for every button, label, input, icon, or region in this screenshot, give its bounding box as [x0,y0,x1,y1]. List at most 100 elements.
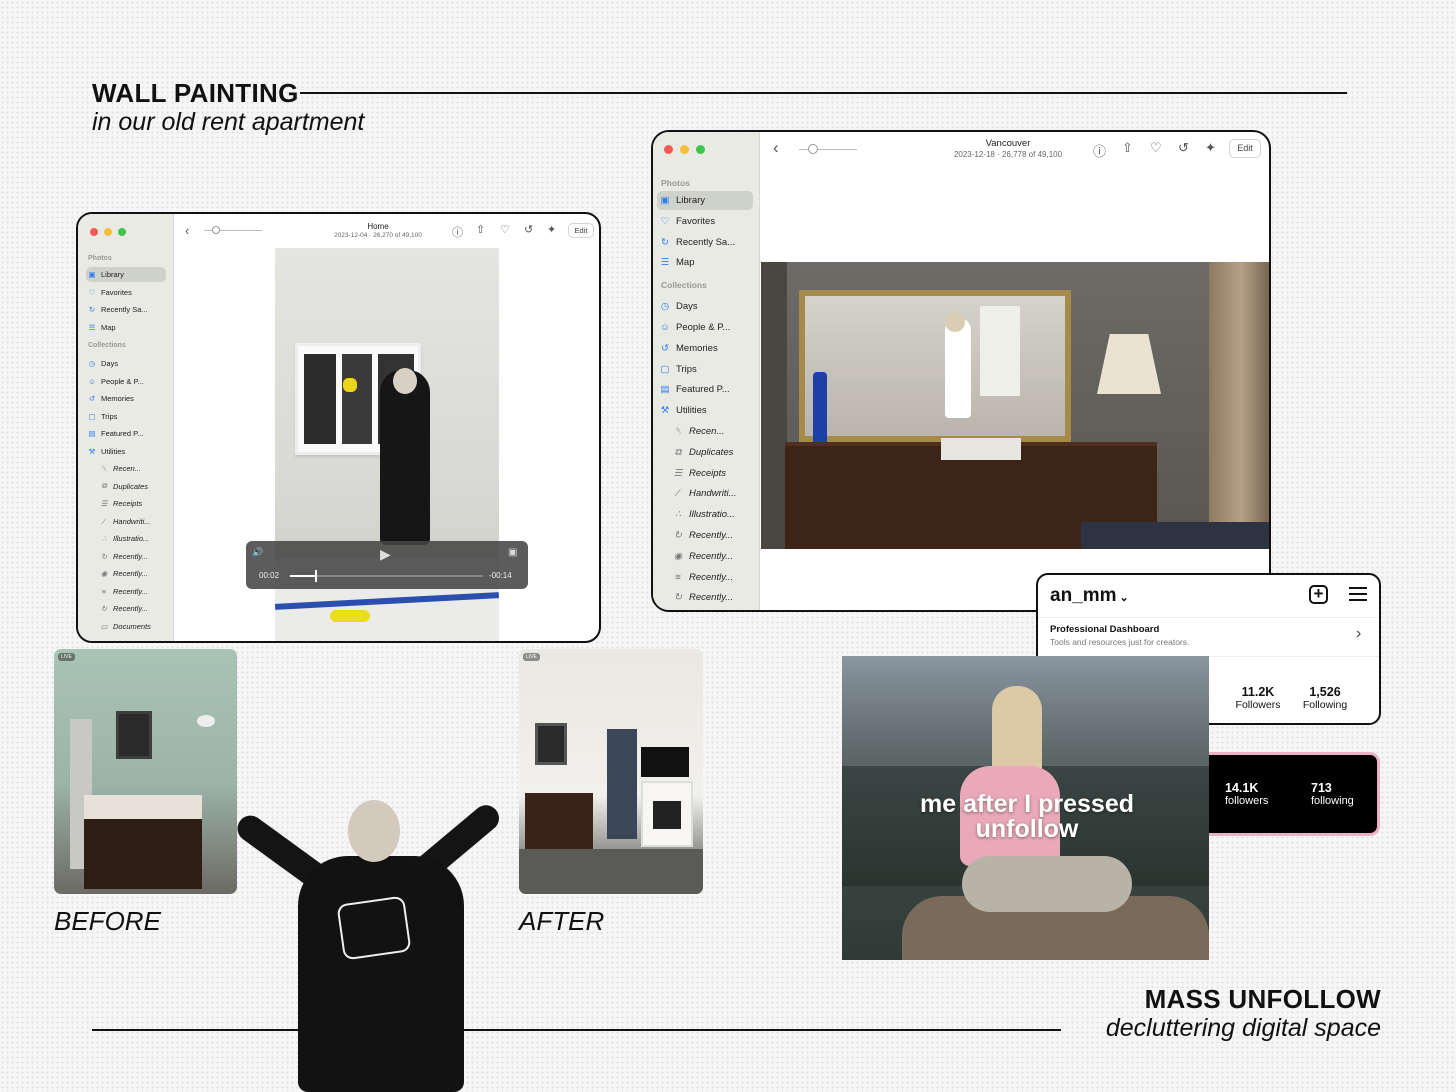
sidebar-item-utilities-5[interactable]: ↻ Recently... [670,526,756,545]
sidebar-item-utilities-8[interactable]: ↻ Recently... [98,601,168,616]
sidebar-item-label: Illustratio... [689,509,735,521]
professional-dashboard[interactable]: Professional Dashboard Tools and resourc… [1038,617,1379,657]
back-chevron-icon[interactable]: ‹ [185,223,189,238]
sidebar-item-utilities-3[interactable]: ∕ Handwriti... [670,484,756,503]
minimize-window-icon[interactable] [680,145,689,154]
volume-icon[interactable]: 🔊 [252,547,263,558]
magic-wand-icon[interactable]: ✦ [1205,140,1216,156]
sidebar-item-photos-2[interactable]: ↻ Recently Sa... [86,302,166,317]
sidebar-item-photos-1[interactable]: ♡ Favorites [657,212,753,231]
utility-item-icon: ◉ [673,550,683,562]
sidebar-item-photos-3[interactable]: ☰ Map [657,253,753,272]
sidebar-item-utilities-8[interactable]: ↻ Recently... [670,588,756,607]
rotate-icon[interactable]: ↺ [524,223,533,236]
sidebar-item-collections-5[interactable]: ⚒ Utilities [657,401,753,420]
close-window-icon[interactable] [90,228,98,236]
sidebar-item-photos-0[interactable]: ▣ Library [86,267,166,282]
play-button[interactable]: ▶ [380,546,391,563]
edit-button[interactable]: Edit [1229,139,1261,158]
sidebar-item-utilities-7[interactable]: ≡ Recently... [670,568,756,587]
info-icon[interactable]: ⓘ [1093,141,1106,160]
sidebar-item-collections-3[interactable]: ▢ Trips [86,409,166,424]
wall-painting-subtitle: in our old rent apartment [92,108,365,136]
head [348,800,400,862]
add-post-icon[interactable]: + [1309,585,1328,604]
sidebar-item-utilities-9[interactable]: ▭ Documents [98,619,168,634]
sidebar-item-collections-3[interactable]: ▢ Trips [657,360,753,379]
sidebar-item-label: Favorites [676,215,716,227]
followers-stat[interactable]: 11.2K Followers [1226,685,1290,711]
mirror-window [980,306,1020,396]
photos-item-icon: ↻ [88,305,96,314]
zoom-window-icon[interactable] [696,145,705,154]
collections-item-icon: ⚒ [660,405,670,417]
zoom-slider-knob[interactable] [808,144,818,154]
zoom-slider-knob[interactable] [212,226,220,234]
minimize-window-icon[interactable] [104,228,112,236]
magic-wand-icon[interactable]: ✦ [547,223,556,236]
close-window-icon[interactable] [664,145,673,154]
sidebar: Photos ▣ Library ♡ Favorites ↻ Recently Sa...… [78,214,174,641]
sidebar-item-utilities-1[interactable]: ⧉ Duplicates [98,479,168,494]
sidebar-item-utilities-7[interactable]: ≡ Recently... [98,584,168,599]
utility-item-icon: ⧉ [101,481,107,490]
sidebar-item-collections-4[interactable]: ▤ Featured P... [86,426,166,441]
rotate-icon[interactable]: ↺ [1178,140,1189,156]
photos-window-vancouver: Photos ▣ Library ♡ Favorites ↻ Recently Sa...… [651,130,1271,612]
sidebar-item-photos-0[interactable]: ▣ Library [657,191,753,210]
sidebar-item-utilities-5[interactable]: ↻ Recently... [98,549,168,564]
airplay-icon[interactable]: ▣ [508,547,517,558]
sidebar-item-collections-2[interactable]: ↺ Memories [86,391,166,406]
sidebar-item-label: Handwriti... [689,488,737,500]
menu-icon[interactable] [1349,587,1367,601]
reflected-person [945,318,971,418]
following-stat[interactable]: 1,526 Following [1293,685,1357,711]
following-stat[interactable]: 713 following [1311,781,1354,807]
heart-icon[interactable]: ♡ [1150,140,1162,156]
sidebar-item-label: People & P... [101,376,144,386]
sidebar-item-utilities-2[interactable]: ☰ Receipts [98,496,168,511]
sidebar-item-utilities-6[interactable]: ◉ Recently... [98,566,168,581]
painter-hair [393,368,417,394]
profile-username[interactable]: an_mm ⌄ [1050,585,1129,607]
heart-icon[interactable]: ♡ [500,223,510,236]
sidebar-item-utilities-2[interactable]: ☰ Receipts [670,464,756,483]
sidebar-item-label: Featured P... [101,429,144,438]
sidebar-item-collections-2[interactable]: ↺ Memories [657,339,753,358]
sidebar-item-label: Recently... [689,592,734,604]
info-icon[interactable]: ⓘ [452,224,463,240]
sidebar-item-collections-5[interactable]: ⚒ Utilities [86,444,166,459]
sidebar-item-utilities-4[interactable]: ∴ Illustratio... [98,531,168,546]
sidebar-item-collections-1[interactable]: ☺ People & P... [86,374,166,389]
utility-item-icon: ↻ [100,551,108,561]
zoom-window-icon[interactable] [118,228,126,236]
sidebar-item-utilities-4[interactable]: ∴ Illustratio... [670,505,756,524]
live-badge: LIVE [523,653,540,661]
followers-count: 11.2K [1241,685,1275,699]
share-icon[interactable]: ⇧ [476,223,485,236]
sidebar-item-utilities-6[interactable]: ◉ Recently... [670,547,756,566]
sidebar-item-utilities-0[interactable]: ␡ Recen... [98,461,168,476]
sidebar-item-label: Recently... [113,569,148,578]
sidebar-item-photos-1[interactable]: ♡ Favorites [86,285,166,300]
mirror [799,290,1071,442]
sidebar-item-utilities-1[interactable]: ⧉ Duplicates [670,443,756,462]
scrubber-track[interactable] [290,570,483,582]
sidebar-item-utilities-0[interactable]: ␡ Recen... [670,422,756,441]
utility-item-icon: ↻ [100,604,108,613]
sidebar-item-collections-1[interactable]: ☺ People & P... [657,318,753,337]
share-icon[interactable]: ⇧ [1122,140,1133,156]
video-controls[interactable]: 🔊 ▶ ▣ 00:02 -00:14 [246,541,528,589]
back-chevron-icon[interactable]: ‹ [773,138,779,158]
scrubber-knob[interactable] [315,570,318,582]
blue-vase [813,372,827,447]
sidebar-item-label: Recen... [113,464,141,473]
sidebar-item-photos-2[interactable]: ↻ Recently Sa... [657,233,753,252]
sidebar-item-photos-3[interactable]: ☰ Map [86,320,166,335]
sidebar-item-collections-0[interactable]: ◷ Days [657,297,753,316]
sidebar-item-collections-4[interactable]: ▤ Featured P... [657,380,753,399]
sidebar-item-utilities-3[interactable]: ∕ Handwriti... [98,514,168,529]
followers-stat[interactable]: 14.1K followers [1225,781,1268,807]
sidebar-item-collections-0[interactable]: ◷ Days [86,356,166,371]
edit-button[interactable]: Edit [568,223,594,238]
